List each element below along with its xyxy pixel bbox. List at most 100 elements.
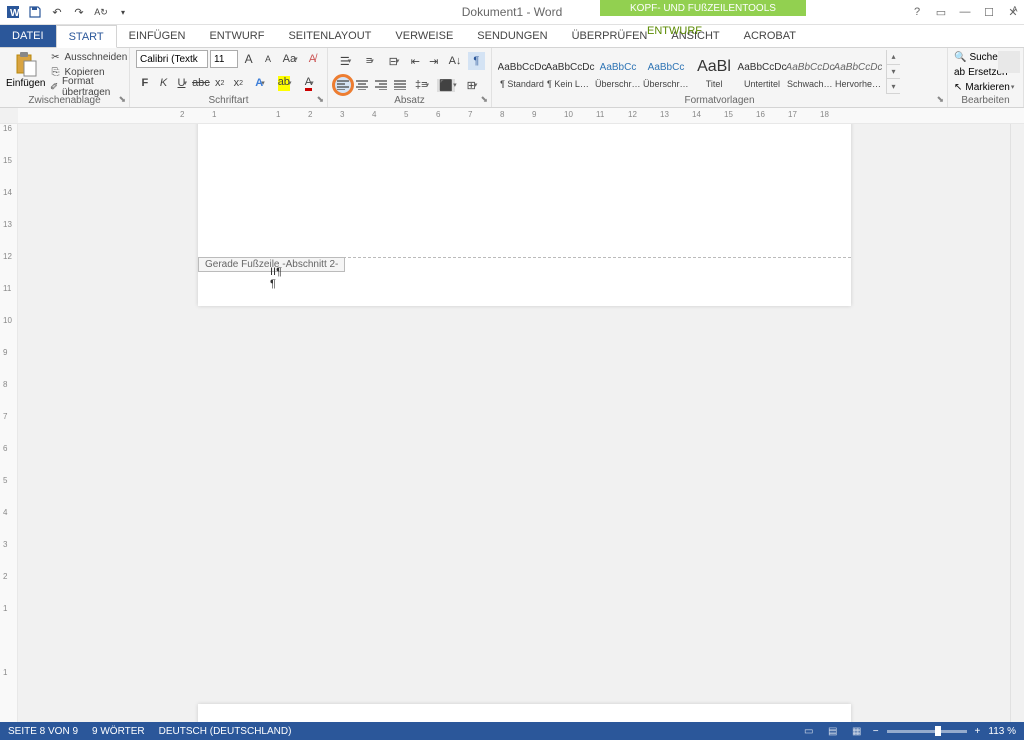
clipboard-launcher[interactable]: ⬊: [118, 94, 126, 105]
zoom-in-button[interactable]: +: [975, 726, 981, 737]
gallery-down[interactable]: ▾: [887, 65, 900, 80]
format-painter-button[interactable]: ✐Format übertragen: [49, 80, 127, 94]
tab-draft[interactable]: ENTWURF: [197, 25, 276, 47]
clear-format-button[interactable]: A̸: [304, 50, 321, 68]
help-icon[interactable]: ?: [910, 6, 924, 18]
style-item[interactable]: AaBlTitel: [690, 50, 738, 94]
tab-insert[interactable]: EINFÜGEN: [117, 25, 198, 47]
tab-mailings[interactable]: SENDUNGEN: [465, 25, 559, 47]
shrink-font-button[interactable]: A: [259, 50, 276, 68]
scissors-icon: ✂: [49, 51, 61, 63]
ribbon-tabs: DATEI START EINFÜGEN ENTWURF SEITENLAYOU…: [0, 25, 1024, 48]
tab-file[interactable]: DATEI: [0, 25, 56, 47]
collapse-ribbon-icon[interactable]: ˄: [1012, 4, 1018, 16]
footer-area[interactable]: Gerade Fußzeile -Abschnitt 2- II¶ ¶: [198, 257, 851, 258]
language-indicator[interactable]: DEUTSCH (DEUTSCHLAND): [159, 726, 292, 737]
document-scroll[interactable]: Gerade Fußzeile -Abschnitt 2- II¶ ¶: [18, 124, 1010, 722]
align-center-button[interactable]: [353, 76, 371, 94]
word-app-icon[interactable]: W: [4, 3, 22, 21]
style-item[interactable]: AaBbCcDcUntertitel: [738, 50, 786, 94]
styles-launcher[interactable]: ⬊: [936, 94, 944, 105]
tab-references[interactable]: VERWEISE: [383, 25, 465, 47]
cut-button[interactable]: ✂Ausschneiden: [49, 50, 127, 64]
shading-button[interactable]: ⬛▾: [435, 76, 459, 94]
page-9[interactable]: [198, 704, 851, 722]
superscript-button[interactable]: x2: [230, 74, 248, 92]
tab-layout[interactable]: SEITENLAYOUT: [276, 25, 383, 47]
word-count[interactable]: 9 WÖRTER: [92, 726, 145, 737]
style-item[interactable]: AaBbCcDc¶ Kein Lee…: [546, 50, 594, 94]
maximize-icon[interactable]: ☐: [982, 6, 996, 19]
align-right-button[interactable]: [372, 76, 390, 94]
bold-button[interactable]: F: [136, 74, 154, 92]
page-8[interactable]: Gerade Fußzeile -Abschnitt 2- II¶ ¶: [198, 124, 851, 306]
group-clipboard: Einfügen ✂Ausschneiden ⎘Kopieren ✐Format…: [0, 48, 130, 107]
select-button[interactable]: ↖Markieren▾: [954, 80, 1014, 94]
zoom-level[interactable]: 113 %: [988, 726, 1016, 737]
show-marks-button[interactable]: ¶: [468, 52, 485, 70]
account-icon[interactable]: [998, 51, 1020, 73]
minimize-icon[interactable]: —: [958, 6, 972, 18]
qat-dropdown-icon[interactable]: ▾: [114, 3, 132, 21]
tab-acrobat[interactable]: ACROBAT: [732, 25, 808, 47]
zoom-out-button[interactable]: −: [873, 726, 879, 737]
print-layout-icon[interactable]: ▤: [825, 724, 841, 738]
vertical-scrollbar[interactable]: [1010, 124, 1024, 722]
strike-button[interactable]: abc: [192, 74, 210, 92]
repeat-icon[interactable]: A↻: [92, 3, 110, 21]
style-item[interactable]: AaBbCcDcSchwache…: [786, 50, 834, 94]
font-launcher[interactable]: ⬊: [316, 94, 324, 105]
ruler-horizontal[interactable]: 21123456789101112131415161718: [0, 108, 1024, 124]
sort-button[interactable]: A↓: [443, 52, 466, 70]
footer-content[interactable]: II¶ ¶: [270, 266, 282, 290]
change-case-button[interactable]: Aa▾: [279, 50, 302, 68]
multilevel-button[interactable]: ⊟▾: [382, 52, 405, 70]
group-font: A A Aa▾ A̸ F K U▾ abc x2 x2 A▾ ab▾ A▾ Sc…: [130, 48, 328, 107]
grow-font-button[interactable]: A: [240, 50, 257, 68]
font-size-input[interactable]: [210, 50, 238, 68]
inc-indent-button[interactable]: ⇥: [425, 52, 442, 70]
undo-icon[interactable]: ↶: [48, 3, 66, 21]
gallery-more[interactable]: ▾: [887, 79, 900, 94]
justify-button[interactable]: [391, 76, 409, 94]
search-icon: 🔍: [954, 52, 966, 63]
tab-design-context[interactable]: ENTWURF: [635, 25, 714, 37]
font-color-button[interactable]: A▾: [297, 74, 321, 92]
numbering-button[interactable]: ≡▾: [358, 52, 381, 70]
underline-button[interactable]: U▾: [173, 74, 191, 92]
tab-home[interactable]: START: [56, 25, 117, 48]
ribbon-display-icon[interactable]: ▭: [934, 6, 948, 19]
font-name-input[interactable]: [136, 50, 208, 68]
svg-text:W: W: [10, 8, 20, 19]
text-effects-button[interactable]: A▾: [248, 74, 272, 92]
styles-gallery[interactable]: AaBbCcDc¶ StandardAaBbCcDc¶ Kein Lee…AaB…: [498, 50, 882, 94]
cursor-icon: ↖: [954, 82, 962, 93]
read-mode-icon[interactable]: ▭: [801, 724, 817, 738]
style-item[interactable]: AaBbCcDc¶ Standard: [498, 50, 546, 94]
bullets-button[interactable]: ☰▾: [334, 52, 357, 70]
paste-icon: [12, 50, 40, 78]
title-bar: W ↶ ↷ A↻ ▾ Dokument1 - Word KOPF- UND FU…: [0, 0, 1024, 25]
dec-indent-button[interactable]: ⇤: [407, 52, 424, 70]
style-item[interactable]: AaBbCcÜberschrif…: [642, 50, 690, 94]
gallery-up[interactable]: ▴: [887, 50, 900, 65]
highlight-button[interactable]: ab▾: [273, 74, 297, 92]
line-spacing-button[interactable]: ‡≡▾: [410, 76, 434, 94]
style-item[interactable]: AaBbCcDcHervorhe…: [834, 50, 882, 94]
redo-icon[interactable]: ↷: [70, 3, 88, 21]
borders-button[interactable]: ⊞▾: [460, 76, 484, 94]
zoom-slider[interactable]: [887, 730, 967, 733]
page-indicator[interactable]: SEITE 8 VON 9: [8, 726, 78, 737]
subscript-button[interactable]: x2: [211, 74, 229, 92]
ruler-vertical[interactable]: 161514131211109876543211: [0, 124, 18, 722]
web-layout-icon[interactable]: ▦: [849, 724, 865, 738]
brush-icon: ✐: [49, 81, 58, 93]
paragraph-launcher[interactable]: ⬊: [480, 94, 488, 105]
save-icon[interactable]: [26, 3, 44, 21]
ribbon: Einfügen ✂Ausschneiden ⎘Kopieren ✐Format…: [0, 48, 1024, 108]
contextual-tab-header: KOPF- UND FUßZEILENTOOLS: [600, 0, 806, 25]
paste-button[interactable]: Einfügen: [6, 50, 45, 94]
style-item[interactable]: AaBbCcÜberschrif…: [594, 50, 642, 94]
align-left-button[interactable]: [334, 76, 352, 94]
italic-button[interactable]: K: [155, 74, 173, 92]
